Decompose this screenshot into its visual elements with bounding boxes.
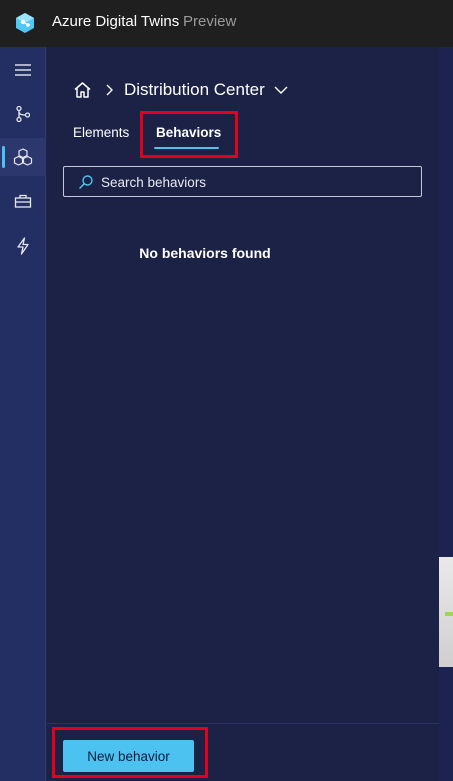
chevron-down-icon[interactable] — [273, 85, 289, 95]
nav-item-scenes[interactable] — [0, 138, 46, 176]
nav-item-toolbox[interactable] — [0, 182, 46, 220]
top-bar: Azure Digital Twins Preview — [0, 0, 453, 47]
lightning-icon — [17, 237, 29, 255]
search-icon — [78, 175, 93, 190]
highlight-box-new-behavior — [52, 727, 208, 778]
tab-elements[interactable]: Elements — [73, 125, 129, 140]
hamburger-menu-icon — [15, 64, 31, 76]
footer-divider — [47, 723, 439, 724]
hamburger-menu-button[interactable] — [0, 51, 46, 89]
preview-label: Preview — [183, 13, 237, 30]
nav-item-actions[interactable] — [0, 227, 46, 265]
left-navigation — [0, 47, 46, 781]
azure-digital-twins-logo — [16, 13, 34, 33]
search-behaviors-field[interactable]: Search behaviors — [63, 166, 422, 197]
scene-cubes-icon — [13, 148, 33, 166]
highlight-box-behaviors-tab — [140, 111, 238, 158]
empty-state-message: No behaviors found — [139, 245, 271, 261]
home-icon[interactable] — [73, 81, 92, 99]
chevron-right-icon — [106, 84, 113, 96]
breadcrumb: Distribution Center — [73, 79, 289, 101]
behaviors-panel: Distribution Center Elements Behaviors S… — [47, 47, 439, 781]
scene-3d-object — [439, 557, 453, 667]
scene-canvas-edge[interactable] — [439, 47, 453, 781]
search-placeholder: Search behaviors — [101, 175, 207, 190]
graph-branch-icon — [16, 105, 31, 123]
scene-name[interactable]: Distribution Center — [124, 80, 265, 100]
toolbox-icon — [14, 194, 32, 208]
app-title: Azure Digital Twins — [52, 13, 180, 30]
nav-item-graph[interactable] — [0, 95, 46, 133]
